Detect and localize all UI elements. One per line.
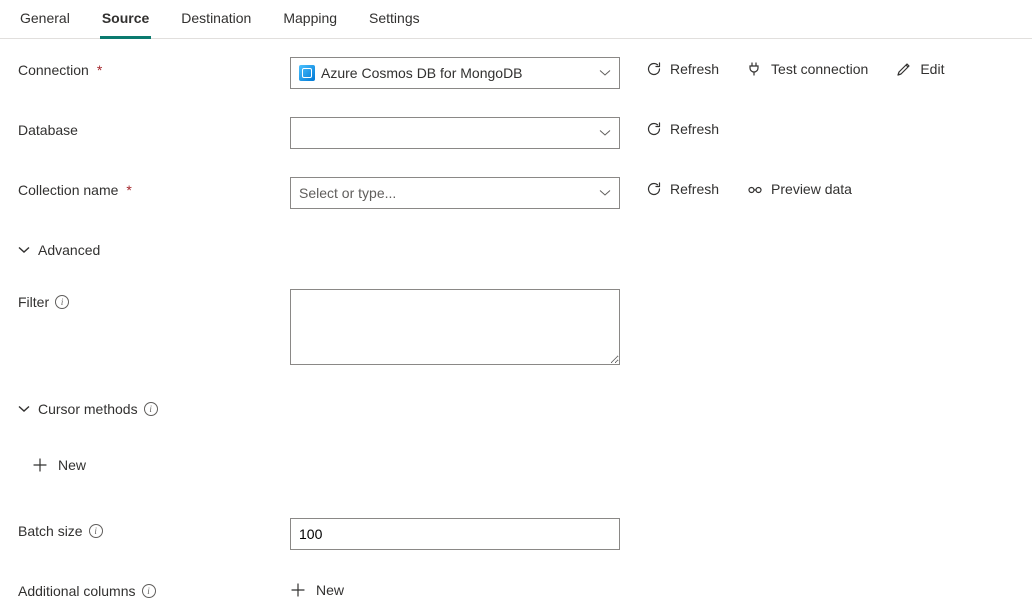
tab-mapping[interactable]: Mapping — [281, 0, 339, 39]
pencil-icon — [896, 61, 912, 77]
preview-data-button[interactable]: Preview data — [747, 181, 852, 197]
tab-settings[interactable]: Settings — [367, 0, 422, 39]
tab-destination[interactable]: Destination — [179, 0, 253, 39]
info-icon[interactable]: i — [142, 584, 156, 598]
tab-bar: General Source Destination Mapping Setti… — [0, 0, 1032, 39]
advanced-toggle[interactable]: Advanced — [18, 242, 100, 258]
plug-icon — [747, 61, 763, 77]
chevron-down-icon — [18, 244, 30, 256]
required-mark: * — [126, 182, 131, 198]
connection-select[interactable]: Azure Cosmos DB for MongoDB — [290, 57, 620, 89]
edit-connection-button[interactable]: Edit — [896, 61, 944, 77]
plus-icon — [32, 457, 48, 473]
chevron-down-icon — [18, 403, 30, 415]
plus-icon — [290, 582, 306, 598]
collection-select[interactable]: Select or type... — [290, 177, 620, 209]
required-mark: * — [97, 62, 102, 78]
database-label: Database — [18, 122, 78, 138]
tab-general[interactable]: General — [18, 0, 72, 39]
source-form: Connection * Azure Cosmos DB for MongoDB… — [0, 39, 1032, 610]
refresh-connection-button[interactable]: Refresh — [646, 61, 719, 77]
tab-source[interactable]: Source — [100, 0, 151, 39]
info-icon[interactable]: i — [89, 524, 103, 538]
database-select[interactable] — [290, 117, 620, 149]
additional-columns-label: Additional columns — [18, 583, 136, 599]
chevron-down-icon — [599, 67, 611, 79]
refresh-database-button[interactable]: Refresh — [646, 121, 719, 137]
test-connection-button[interactable]: Test connection — [747, 61, 868, 77]
refresh-icon — [646, 181, 662, 197]
new-cursor-method-button[interactable]: New — [32, 453, 86, 477]
cursor-methods-toggle[interactable]: Cursor methods — [18, 401, 138, 417]
collection-label: Collection name — [18, 182, 118, 198]
refresh-icon — [646, 121, 662, 137]
connection-label: Connection — [18, 62, 89, 78]
refresh-icon — [646, 61, 662, 77]
cosmos-db-icon — [299, 65, 315, 81]
batch-size-label: Batch size — [18, 523, 83, 539]
info-icon[interactable]: i — [144, 402, 158, 416]
new-additional-column-button[interactable]: New — [290, 578, 344, 602]
connection-value: Azure Cosmos DB for MongoDB — [321, 65, 593, 81]
chevron-down-icon — [599, 187, 611, 199]
chevron-down-icon — [599, 127, 611, 139]
collection-placeholder: Select or type... — [299, 185, 593, 201]
refresh-collection-button[interactable]: Refresh — [646, 181, 719, 197]
batch-size-input[interactable] — [290, 518, 620, 550]
filter-textarea[interactable] — [290, 289, 620, 365]
filter-label: Filter — [18, 294, 49, 310]
glasses-icon — [747, 181, 763, 197]
info-icon[interactable]: i — [55, 295, 69, 309]
